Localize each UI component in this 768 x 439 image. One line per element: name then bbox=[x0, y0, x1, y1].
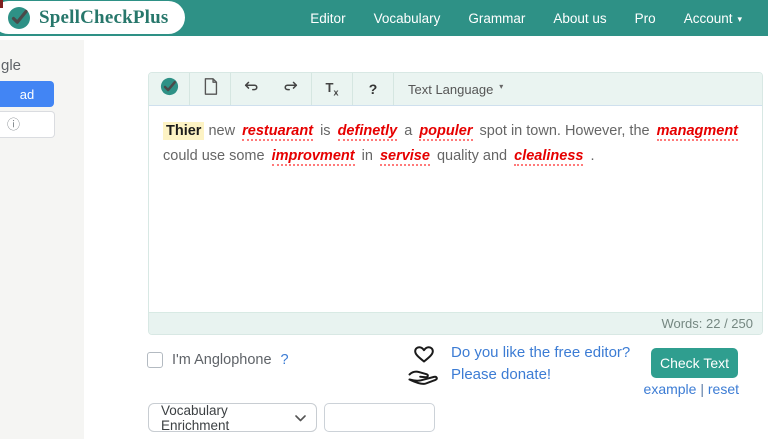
anglophone-label: I'm Anglophone bbox=[172, 352, 272, 368]
misspelled-word[interactable]: definetly bbox=[338, 123, 398, 141]
clear-formatting-button[interactable]: Tx bbox=[312, 73, 352, 105]
misspelled-word[interactable]: populer bbox=[419, 123, 472, 141]
ad-info-button[interactable]: ⓘ bbox=[0, 111, 55, 138]
check-circle-icon bbox=[159, 76, 180, 102]
text-run: . bbox=[586, 148, 594, 164]
undo-button[interactable] bbox=[231, 73, 271, 105]
reset-link[interactable]: reset bbox=[708, 381, 739, 397]
vocabulary-row: Vocabulary Enrichment bbox=[148, 403, 435, 432]
redo-arrow-icon bbox=[282, 79, 300, 100]
check-text-button[interactable]: Check Text bbox=[651, 348, 738, 378]
anglophone-row: I'm Anglophone ? bbox=[147, 352, 289, 368]
highlighted-word[interactable]: Thier bbox=[163, 122, 204, 140]
text-run: is bbox=[316, 123, 335, 139]
text-language-dropdown[interactable]: Text Language ▾ bbox=[394, 73, 517, 105]
word-count-text: Words: 22 / 250 bbox=[661, 316, 753, 331]
editor-toolbar: Tx ? Text Language ▾ bbox=[149, 73, 762, 106]
misspelled-word[interactable]: servise bbox=[380, 148, 430, 166]
text-run: in bbox=[358, 148, 377, 164]
example-link[interactable]: example bbox=[644, 381, 697, 397]
nav-item-account-label: Account bbox=[684, 11, 733, 26]
top-navbar: SpellCheckPlus Editor Vocabulary Grammar… bbox=[0, 0, 768, 36]
check-circle-icon bbox=[6, 5, 32, 31]
help-button[interactable]: ? bbox=[353, 73, 393, 105]
anglophone-checkbox[interactable] bbox=[147, 352, 163, 368]
chevron-down-icon: ▾ bbox=[737, 14, 742, 25]
misspelled-word[interactable]: clealiness bbox=[514, 148, 583, 166]
editor-text[interactable]: Thier new restuarant is definetly a popu… bbox=[149, 106, 762, 315]
check-text-icon-button[interactable] bbox=[149, 73, 189, 105]
text-run: new bbox=[204, 123, 239, 139]
info-circle-icon: ⓘ bbox=[7, 118, 20, 131]
chevron-down-icon: ▾ bbox=[499, 82, 503, 91]
ad-badge-button[interactable]: ad bbox=[0, 81, 54, 107]
text-run: a bbox=[400, 123, 416, 139]
editor-card: Tx ? Text Language ▾ Thier new restuaran… bbox=[148, 72, 763, 335]
new-document-button[interactable] bbox=[190, 73, 230, 105]
text-run: spot in town. However, the bbox=[476, 123, 654, 139]
misspelled-word[interactable]: improvment bbox=[272, 148, 355, 166]
nav-item-account[interactable]: Account ▾ bbox=[684, 11, 742, 26]
question-mark-icon: ? bbox=[369, 81, 378, 97]
ad-panel: gle ad ⓘ bbox=[0, 40, 84, 439]
new-document-icon bbox=[202, 77, 219, 101]
nav-item-grammar[interactable]: Grammar bbox=[468, 11, 525, 26]
ad-provider-partial-text: gle bbox=[1, 57, 21, 74]
clear-formatting-icon: Tx bbox=[326, 80, 339, 98]
screen-edge-artifact bbox=[0, 0, 3, 8]
example-reset-links: example | reset bbox=[571, 381, 739, 397]
nav-item-editor[interactable]: Editor bbox=[310, 11, 345, 26]
heart-hand-icon bbox=[407, 343, 441, 390]
nav-menu: Editor Vocabulary Grammar About us Pro A… bbox=[310, 0, 768, 36]
vocabulary-mode-select[interactable]: Vocabulary Enrichment bbox=[148, 403, 317, 432]
misspelled-word[interactable]: restuarant bbox=[242, 123, 313, 141]
chevron-down-icon bbox=[295, 410, 306, 425]
undo-arrow-icon bbox=[242, 79, 260, 100]
donate-line-1[interactable]: Do you like the free editor? bbox=[451, 343, 630, 363]
misspelled-word[interactable]: managment bbox=[657, 123, 738, 141]
nav-item-vocabulary[interactable]: Vocabulary bbox=[374, 11, 441, 26]
vocabulary-select-value: Vocabulary Enrichment bbox=[161, 403, 295, 433]
anglophone-help-link[interactable]: ? bbox=[281, 352, 289, 368]
link-separator: | bbox=[696, 381, 707, 397]
vocabulary-word-input[interactable] bbox=[324, 403, 435, 432]
nav-item-pro[interactable]: Pro bbox=[635, 11, 656, 26]
word-count-bar: Words: 22 / 250 bbox=[149, 312, 762, 334]
brand-name: SpellCheckPlus bbox=[39, 7, 169, 29]
nav-item-about-us[interactable]: About us bbox=[553, 11, 606, 26]
text-run: could use some bbox=[163, 148, 269, 164]
text-language-label: Text Language bbox=[408, 82, 493, 97]
text-run: quality and bbox=[433, 148, 511, 164]
brand-logo[interactable]: SpellCheckPlus bbox=[0, 1, 185, 34]
redo-button[interactable] bbox=[271, 73, 311, 105]
